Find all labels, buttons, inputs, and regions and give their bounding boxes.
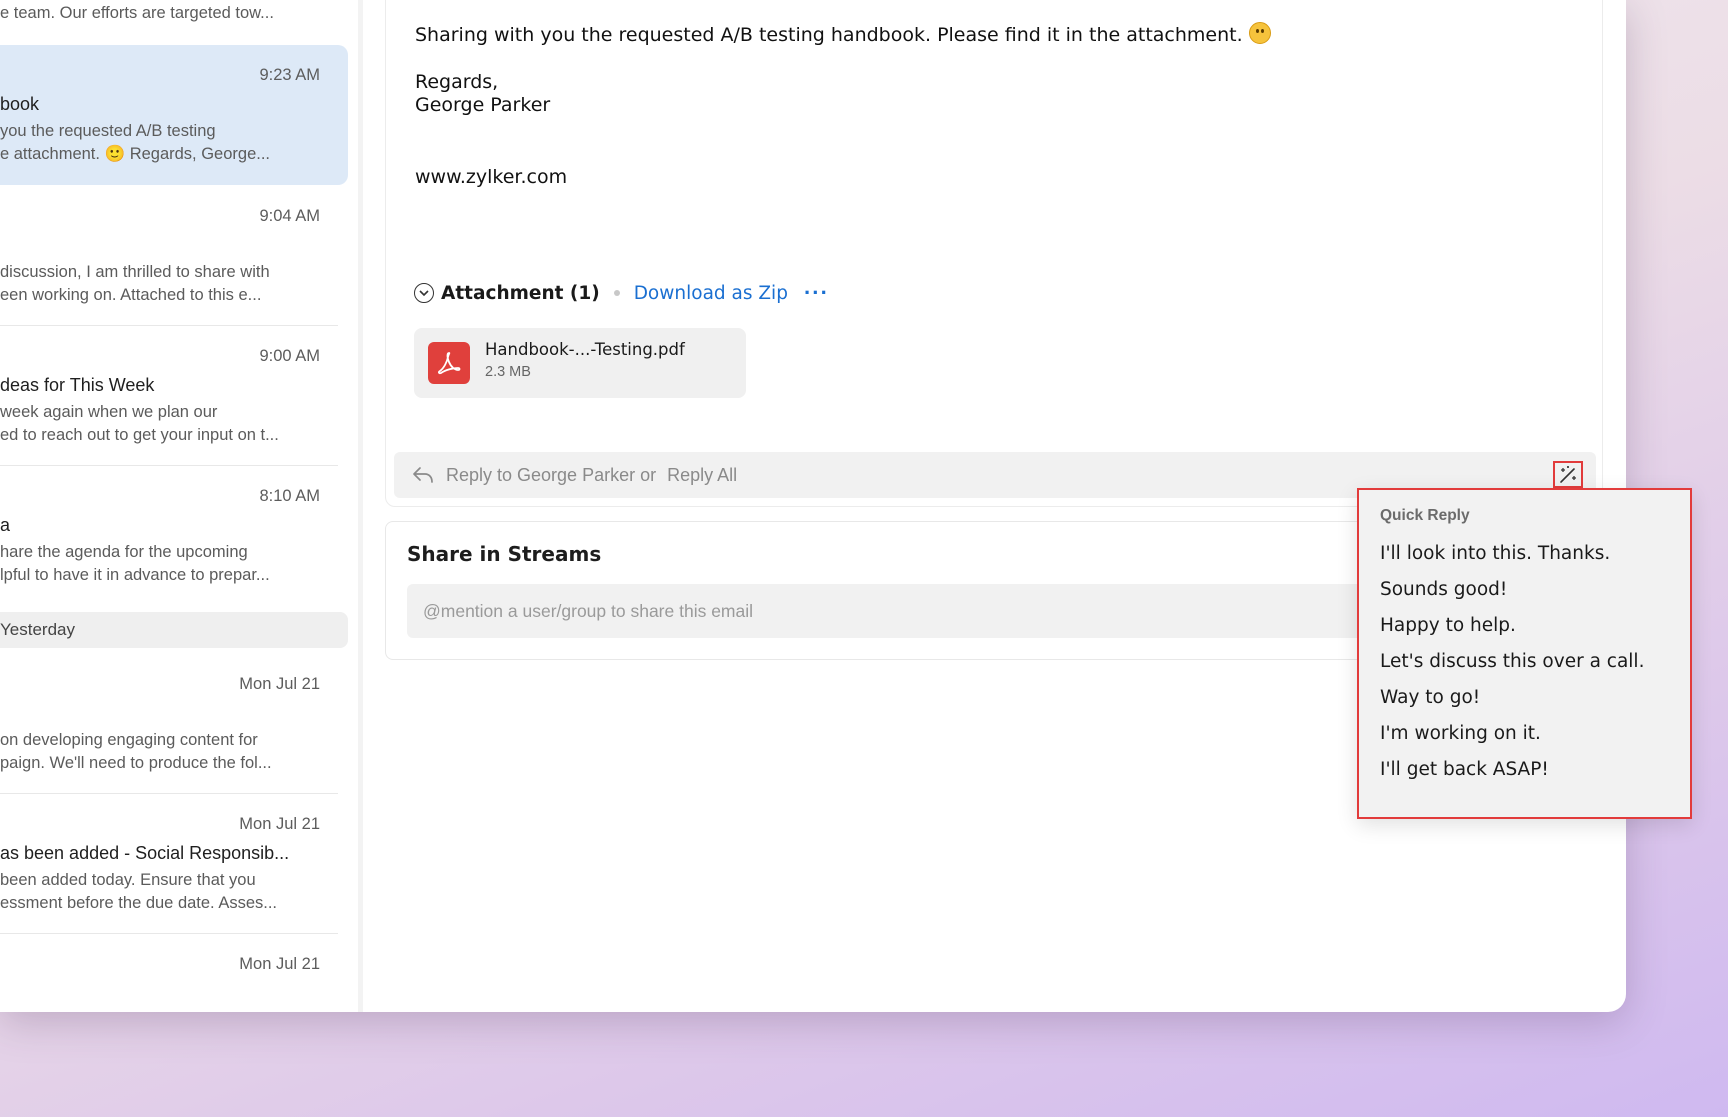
- mail-preview: e attachment. 🙂 Regards, George...: [0, 145, 271, 163]
- attachment-file-name: Handbook-...-Testing.pdf: [485, 340, 685, 359]
- mail-list-item[interactable]: Mon Jul 21 as been added - Social Respon…: [0, 794, 348, 934]
- mail-preview: on developing engaging content for: [0, 731, 258, 749]
- mail-list-item[interactable]: 8:10 AM a hare the agenda for the upcomi…: [0, 466, 348, 606]
- mail-list-item[interactable]: e team. Our efforts are targeted tow...: [0, 0, 348, 40]
- magic-wand-icon[interactable]: [1553, 461, 1583, 488]
- quick-reply-option[interactable]: I'll look into this. Thanks.: [1380, 543, 1610, 564]
- attachment-file-size: 2.3 MB: [485, 364, 531, 380]
- quick-reply-heading: Quick Reply: [1380, 507, 1470, 524]
- mail-time: Mon Jul 21: [239, 675, 320, 693]
- more-options-icon[interactable]: ···: [804, 282, 829, 304]
- email-website-link[interactable]: www.zylker.com: [415, 166, 567, 188]
- mail-subject: a: [0, 515, 11, 535]
- quick-reply-option[interactable]: Let's discuss this over a call.: [1380, 651, 1644, 672]
- pdf-file-icon: [428, 342, 470, 384]
- group-header-label: Yesterday: [0, 620, 75, 639]
- quick-reply-option[interactable]: Way to go!: [1380, 687, 1480, 708]
- mail-list-item[interactable]: 9:04 AM discussion, I am thrilled to sha…: [0, 186, 348, 326]
- email-signature-name: George Parker: [415, 94, 551, 116]
- download-zip-link[interactable]: Download as Zip: [634, 283, 788, 304]
- mail-list-item[interactable]: 9:00 AM deas for This Week week again wh…: [0, 326, 348, 466]
- mail-time: 9:00 AM: [259, 347, 320, 365]
- mail-list-item[interactable]: Mon Jul 21: [0, 934, 348, 1012]
- mail-preview: lpful to have it in advance to prepar...: [0, 566, 270, 584]
- attachment-header: Attachment (1) Download as Zip ···: [414, 280, 829, 306]
- mail-time: 8:10 AM: [259, 487, 320, 505]
- mail-preview: een working on. Attached to this e...: [0, 286, 262, 304]
- attachment-title: Attachment (1): [441, 282, 600, 304]
- quick-reply-option[interactable]: I'm working on it.: [1380, 723, 1541, 744]
- mail-time: 9:04 AM: [259, 207, 320, 225]
- separator-dot: [613, 290, 620, 296]
- mail-preview: week again when we plan our: [0, 403, 218, 421]
- mail-time: Mon Jul 21: [239, 955, 320, 973]
- quick-reply-option[interactable]: I'll get back ASAP!: [1380, 759, 1549, 780]
- chevron-down-icon[interactable]: [414, 283, 434, 303]
- mail-preview: e team. Our efforts are targeted tow...: [0, 4, 274, 22]
- mail-time: Mon Jul 21: [239, 815, 320, 833]
- group-header-yesterday: Yesterday: [0, 612, 348, 648]
- attachment-file-card[interactable]: Handbook-...-Testing.pdf 2.3 MB: [414, 328, 746, 398]
- mail-preview: essment before the due date. Asses...: [0, 894, 278, 912]
- mail-preview: ed to reach out to get your input on t..…: [0, 426, 279, 444]
- reply-all-link[interactable]: Reply All: [667, 465, 737, 485]
- quick-reply-option[interactable]: Sounds good!: [1380, 579, 1507, 600]
- mail-subject: book: [0, 94, 40, 114]
- mail-preview: discussion, I am thrilled to share with: [0, 263, 270, 281]
- mail-subject: deas for This Week: [0, 375, 155, 395]
- reply-arrow-icon: [412, 465, 434, 490]
- quick-reply-menu: Quick Reply I'll look into this. Thanks.…: [1357, 488, 1692, 819]
- mail-preview: paign. We'll need to produce the fol...: [0, 754, 272, 772]
- pane-splitter[interactable]: [358, 0, 363, 1012]
- smiley-emoji-icon: [1248, 22, 1271, 44]
- reply-to-sender-link[interactable]: Reply to George Parker or: [446, 465, 656, 485]
- mail-subject: as been added - Social Responsib...: [0, 843, 290, 863]
- mail-time: 9:23 AM: [259, 66, 320, 84]
- mail-list-item-selected[interactable]: 9:23 AM book you the requested A/B testi…: [0, 45, 348, 185]
- email-regards: Regards,: [415, 71, 499, 93]
- mail-list-item[interactable]: Mon Jul 21 on developing engaging conten…: [0, 654, 348, 794]
- email-body-text: Sharing with you the requested A/B testi…: [415, 24, 1243, 46]
- email-card: [385, 0, 1603, 507]
- streams-title: Share in Streams: [407, 542, 602, 566]
- quick-reply-option[interactable]: Happy to help.: [1380, 615, 1516, 636]
- mail-list: e team. Our efforts are targeted tow... …: [0, 0, 359, 1012]
- mail-preview: hare the agenda for the upcoming: [0, 543, 248, 561]
- reply-placeholder: Reply to George Parker or Reply All: [446, 465, 737, 486]
- mail-preview: you the requested A/B testing: [0, 122, 216, 140]
- mail-preview: been added today. Ensure that you: [0, 871, 256, 889]
- email-body-line: Sharing with you the requested A/B testi…: [415, 22, 1271, 46]
